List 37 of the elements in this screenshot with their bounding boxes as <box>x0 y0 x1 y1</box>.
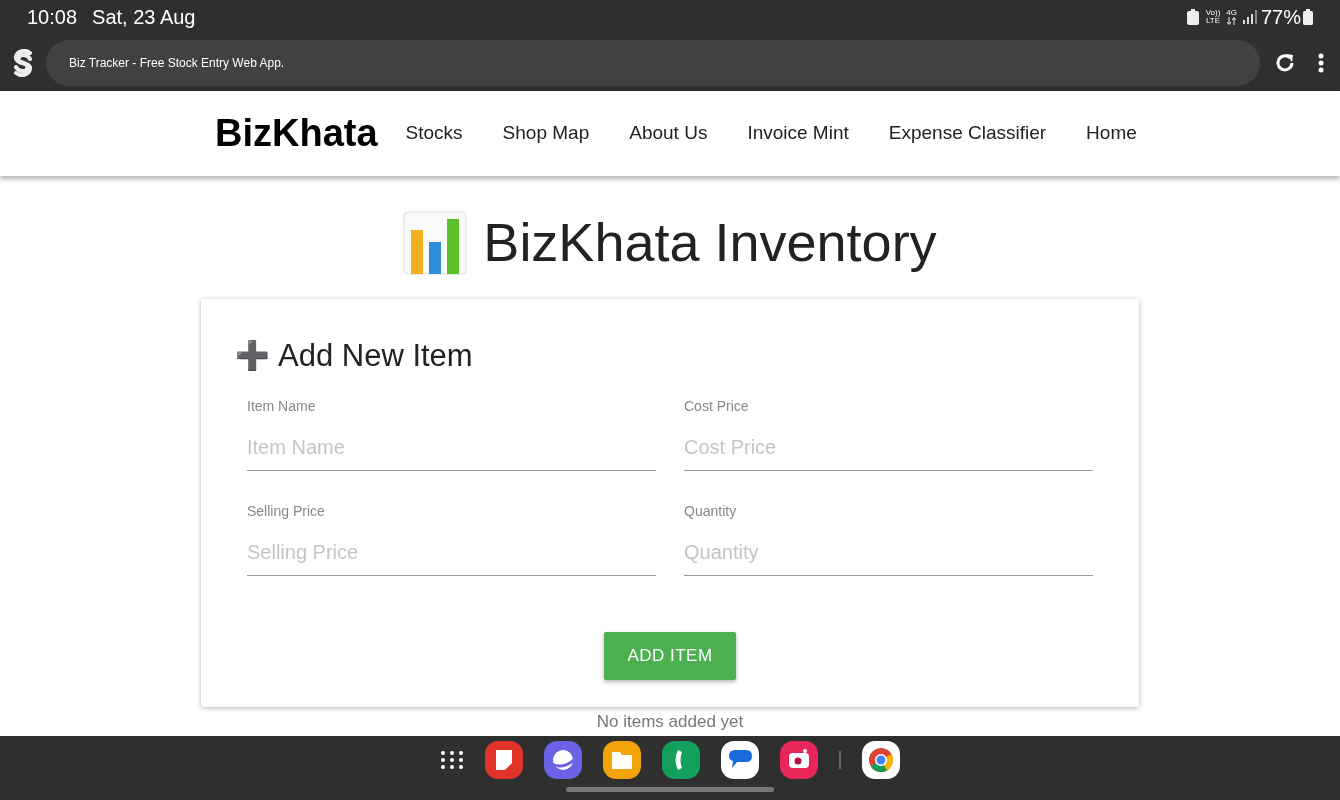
data-arrows-icon <box>1227 17 1237 25</box>
empty-message: No items added yet <box>596 712 744 732</box>
address-bar[interactable]: Biz Tracker - Free Stock Entry Web App. <box>46 39 1260 86</box>
signal-icon <box>1242 10 1257 24</box>
status-time: 10:08 <box>27 5 78 30</box>
nav-link[interactable]: Home <box>1066 119 1157 148</box>
input-field[interactable]: Quantity <box>684 529 1093 576</box>
status-date: Sat, 23 Aug <box>92 5 196 30</box>
nav-link[interactable]: About Us <box>609 119 728 148</box>
plus-icon: ➕ <box>235 335 270 378</box>
chat-app-icon[interactable] <box>721 741 759 779</box>
camera-app-icon[interactable] <box>780 741 818 779</box>
nav-link[interactable]: Invoice Mint <box>727 119 869 148</box>
page-title: BizKhata Inventory <box>483 211 937 274</box>
app-grid-icon[interactable] <box>440 750 464 770</box>
brand-logo[interactable]: BizKhata <box>215 105 378 162</box>
input-field[interactable]: Cost Price <box>684 424 1093 471</box>
field-label: Quantity <box>684 501 738 521</box>
more-options-icon[interactable] <box>1318 52 1324 73</box>
field-label: Item Name <box>247 396 317 416</box>
input-field[interactable]: Item Name <box>247 424 656 471</box>
network-type: 4G <box>1226 9 1237 17</box>
reload-icon[interactable] <box>1274 51 1296 74</box>
browser-app-icon[interactable] <box>862 741 900 779</box>
input-field[interactable]: Selling Price <box>247 529 656 576</box>
bar-chart-icon <box>403 210 468 275</box>
field-label: Cost Price <box>684 396 750 416</box>
nav-link[interactable]: Shop Map <box>482 119 610 148</box>
planet-app-icon[interactable] <box>544 741 582 779</box>
nav-link[interactable]: Expense Classifier <box>868 119 1067 148</box>
volte-icon: Vo)) LTE <box>1205 9 1221 25</box>
form-title: Add New Item <box>278 337 473 375</box>
battery-icon <box>1303 9 1313 25</box>
battery-percent: 77% <box>1260 5 1301 30</box>
nav-link[interactable]: Stocks <box>385 119 483 148</box>
folder-app-icon[interactable] <box>603 741 641 779</box>
field-label: Selling Price <box>247 501 326 521</box>
